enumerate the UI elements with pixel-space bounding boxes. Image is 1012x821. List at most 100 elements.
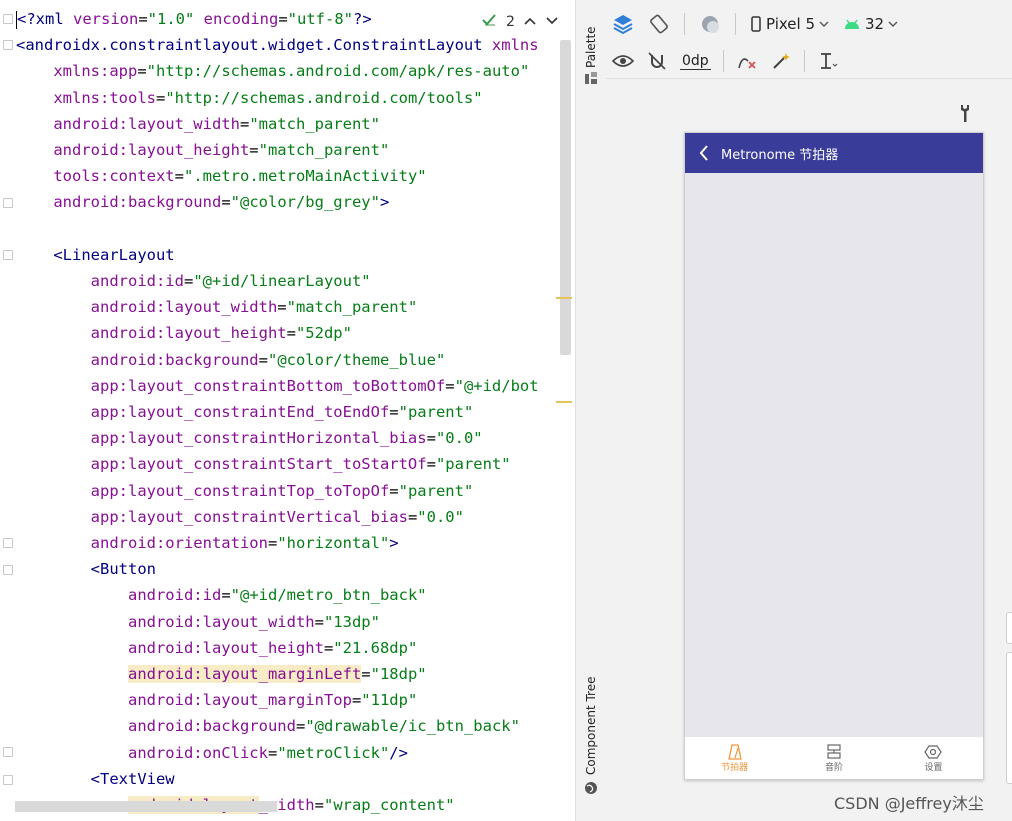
- code-line[interactable]: app:layout_constraintVertical_bias="0.0": [16, 504, 464, 530]
- zoom-panel-handle[interactable]: [1006, 652, 1012, 784]
- code-line[interactable]: android:background="@color/bg_grey">: [16, 189, 389, 215]
- code-line[interactable]: android:id="@+id/linearLayout": [16, 268, 371, 294]
- design-pane[interactable]: Pixel 5 32 0dp Metronome 节拍器 节拍器 音阶 设置: [606, 0, 1012, 821]
- default-margin-field[interactable]: 0dp: [680, 53, 711, 70]
- code-line[interactable]: android:background="@color/theme_blue": [16, 347, 446, 373]
- code-line[interactable]: android:onClick="metroClick"/>: [16, 740, 408, 766]
- align-icon[interactable]: [817, 50, 839, 72]
- device-selector[interactable]: Pixel 5: [750, 15, 829, 33]
- code-line[interactable]: android:orientation="horizontal">: [16, 530, 399, 556]
- zoom-panel-handle[interactable]: [1006, 612, 1012, 644]
- code-line[interactable]: <Button: [16, 556, 156, 582]
- fold-icon[interactable]: [3, 198, 13, 208]
- code-token: version: [73, 10, 139, 28]
- code-token: android:background: [127, 717, 296, 736]
- code-line[interactable]: <LinearLayout: [16, 242, 174, 268]
- code-token: android:background: [90, 350, 259, 369]
- code-line[interactable]: app:layout_constraintTop_toTopOf="parent…: [16, 478, 474, 504]
- chevron-up-icon[interactable]: [523, 14, 537, 30]
- code-editor[interactable]: <?xml version="1.0" encoding="utf-8"?> <a…: [0, 0, 575, 821]
- code-line[interactable]: android:layout_marginTop="11dp": [16, 687, 417, 713]
- code-token: android:layout_width: [53, 114, 240, 133]
- code-line[interactable]: android:layout_marginLeft="18dp": [16, 661, 427, 687]
- fold-icon[interactable]: [3, 250, 13, 260]
- code-token: "parent": [435, 455, 511, 474]
- app-title: Metronome 节拍器: [721, 147, 839, 163]
- warning-marker[interactable]: [556, 401, 572, 403]
- code-line[interactable]: android:layout_width="13dp": [16, 609, 380, 635]
- nav-item-settings[interactable]: 设置: [884, 737, 983, 779]
- horizontal-scrollbar[interactable]: [15, 801, 277, 812]
- code-line[interactable]: android:layout_height="52dp": [16, 320, 352, 346]
- code-line[interactable]: <?xml version="1.0" encoding="utf-8"?>: [16, 6, 372, 32]
- api-selector[interactable]: 32: [843, 15, 898, 33]
- code-line[interactable]: app:layout_constraintHorizontal_bias="0.…: [16, 425, 483, 451]
- code-token: app:layout_constraintEnd_toEndOf: [90, 403, 390, 421]
- design-toolbar-bottom: 0dp: [606, 44, 1012, 79]
- fold-icon[interactable]: [3, 775, 13, 785]
- clear-constraints-icon[interactable]: [736, 50, 758, 72]
- back-icon[interactable]: [699, 145, 709, 161]
- magic-wand-icon[interactable]: [770, 50, 792, 72]
- warning-marker[interactable]: [556, 297, 572, 299]
- component-tree-tab[interactable]: Component Tree: [584, 677, 598, 775]
- code-token: =: [445, 376, 455, 395]
- magnet-off-icon[interactable]: [646, 50, 668, 72]
- code-line[interactable]: app:layout_constraintBottom_toBottomOf="…: [16, 373, 539, 399]
- inspection-widget[interactable]: 2: [478, 8, 563, 36]
- fold-icon[interactable]: [3, 40, 13, 50]
- nav-item-scale[interactable]: 音阶: [784, 737, 883, 779]
- code-token: >: [389, 534, 399, 552]
- code-token: android:background: [53, 193, 222, 212]
- api-level: 32: [865, 15, 885, 33]
- device-name: Pixel 5: [766, 15, 816, 33]
- code-line[interactable]: android:layout_height="match_parent": [16, 137, 389, 163]
- nav-item-metronome[interactable]: 节拍器: [685, 737, 784, 779]
- fold-icon[interactable]: [3, 14, 13, 24]
- phone-icon: [751, 16, 761, 32]
- code-line[interactable]: android:id="@+id/metro_btn_back": [16, 582, 427, 608]
- layers-icon[interactable]: [612, 13, 634, 35]
- code-token: =: [249, 141, 259, 159]
- code-token: <?: [17, 10, 36, 28]
- code-token: =: [278, 10, 288, 28]
- device-preview[interactable]: Metronome 节拍器 节拍器 音阶 设置: [684, 132, 984, 780]
- code-line[interactable]: xmlns:app="http://schemas.android.com/ap…: [16, 58, 529, 84]
- code-token: "18dp": [370, 665, 427, 683]
- code-line[interactable]: <androidx.constraintlayout.widget.Constr…: [16, 32, 539, 58]
- fold-icon[interactable]: [3, 747, 13, 757]
- code-line[interactable]: tools:context=".metro.metroMainActivity": [16, 163, 426, 189]
- orientation-icon[interactable]: [648, 13, 670, 35]
- palette-tab[interactable]: Palette: [584, 26, 598, 68]
- vertical-scrollbar[interactable]: [560, 40, 571, 355]
- code-line[interactable]: xmlns:tools="http://schemas.android.com/…: [16, 85, 483, 111]
- code-line[interactable]: <TextView: [16, 766, 175, 792]
- inspection-count: 2: [506, 14, 515, 30]
- code-line[interactable]: app:layout_constraintEnd_toEndOf="parent…: [16, 399, 474, 425]
- code-line[interactable]: android:layout_height="21.68dp": [16, 635, 417, 661]
- code-token: tools:context: [53, 167, 175, 186]
- theme-icon[interactable]: [699, 13, 721, 35]
- fold-icon[interactable]: [3, 565, 13, 575]
- eye-icon[interactable]: [612, 50, 634, 72]
- fold-icon[interactable]: [3, 538, 13, 548]
- code-token: "wrap_content": [323, 796, 455, 814]
- code-line[interactable]: app:layout_constraintStart_toStartOf="pa…: [16, 451, 511, 477]
- code-token: "@+id/linearLayout": [193, 272, 371, 290]
- code-token: xmlns: [491, 36, 539, 55]
- chevron-down-icon[interactable]: [545, 14, 559, 30]
- code-line[interactable]: android:background="@drawable/ic_btn_bac…: [16, 713, 520, 739]
- code-line[interactable]: android:layout_width="match_parent": [16, 294, 418, 320]
- code-token: "http://schemas.android.com/tools": [165, 88, 483, 107]
- wrench-icon[interactable]: [958, 103, 972, 127]
- toolbar-separator: [684, 13, 685, 35]
- globe-icon: [584, 780, 598, 799]
- code-token: =: [314, 612, 324, 631]
- code-line[interactable]: android:layout_width="match_parent": [16, 111, 380, 137]
